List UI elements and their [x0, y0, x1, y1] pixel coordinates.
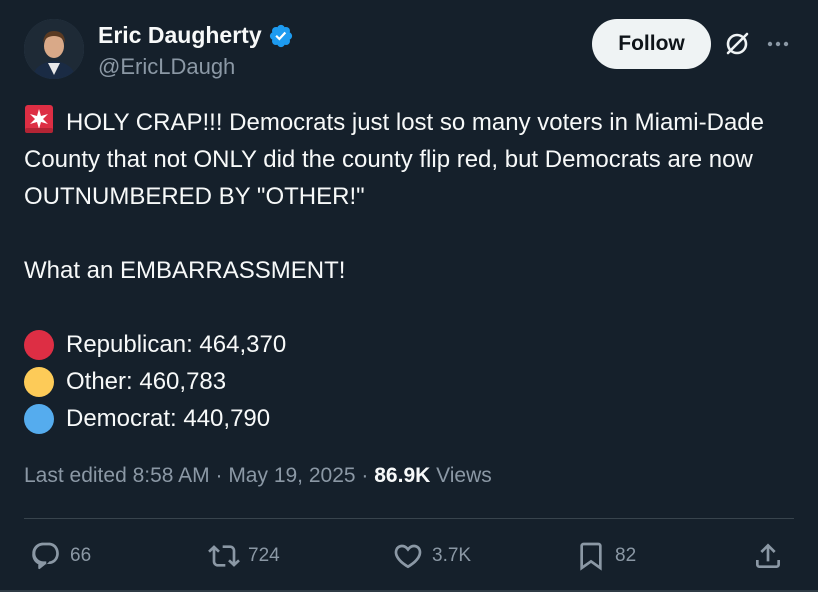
tweet-paragraph-2: What an EMBARRASSMENT!: [24, 252, 804, 289]
yellow-circle-icon: [24, 366, 54, 397]
like-button[interactable]: 3.7K: [392, 536, 471, 576]
avatar-image: [24, 19, 84, 79]
reply-button[interactable]: 66: [30, 536, 91, 576]
bookmark-count: 82: [615, 545, 637, 566]
grok-icon[interactable]: [723, 30, 751, 58]
tweet-date[interactable]: May 19, 2025: [228, 464, 355, 487]
more-options-icon[interactable]: [766, 34, 790, 54]
repost-count: 724: [248, 545, 280, 566]
avatar[interactable]: [24, 19, 84, 79]
stat-label: Republican: 464,370: [66, 331, 287, 358]
author-name-row[interactable]: Eric Daugherty: [98, 22, 294, 49]
follow-button[interactable]: Follow: [592, 19, 711, 69]
blue-circle-icon: [24, 403, 54, 434]
views-label: Views: [430, 464, 492, 487]
tweet-text: HOLY CRAP!!! Democrats just lost so many…: [24, 104, 804, 437]
share-button[interactable]: [752, 536, 784, 576]
divider: [24, 518, 794, 519]
rotating-light-emoji-icon: [25, 105, 53, 133]
stat-item-other: Other: 460,783: [24, 363, 804, 400]
repost-icon: [208, 545, 240, 567]
tweet-line-1: HOLY CRAP!!! Democrats just lost so many…: [24, 109, 764, 210]
like-count: 3.7K: [432, 545, 472, 566]
bookmark-button[interactable]: 82: [575, 536, 636, 576]
author-name[interactable]: Eric Daugherty: [98, 22, 262, 49]
views-count: 86.9K: [374, 464, 431, 487]
tweet-paragraph-1: HOLY CRAP!!! Democrats just lost so many…: [24, 104, 804, 215]
stats-list: Republican: 464,370 Other: 460,783 Democ…: [24, 326, 804, 437]
repost-button[interactable]: 724: [208, 536, 280, 576]
bookmark-icon: [580, 542, 602, 571]
tweet-meta: Last edited 8:58 AM · May 19, 2025 · 86.…: [24, 464, 492, 488]
red-circle-icon: [24, 329, 54, 360]
stat-label: Democrat: 440,790: [66, 405, 271, 432]
tweet-line-2: What an EMBARRASSMENT!: [24, 257, 346, 284]
edited-label[interactable]: Last edited 8:58 AM: [24, 464, 210, 487]
stat-label: Other: 460,783: [66, 368, 227, 395]
reply-count: 66: [70, 545, 92, 566]
author-handle[interactable]: @EricLDaugh: [98, 54, 235, 80]
meta-separator: ·: [209, 464, 229, 487]
meta-separator: ·: [355, 464, 375, 487]
share-icon: [756, 543, 780, 568]
heart-icon: [394, 544, 422, 569]
stat-item-republican: Republican: 464,370: [24, 326, 804, 363]
reply-icon: [32, 542, 59, 570]
verified-badge-icon: [269, 24, 292, 47]
stat-item-democrat: Democrat: 440,790: [24, 400, 804, 437]
